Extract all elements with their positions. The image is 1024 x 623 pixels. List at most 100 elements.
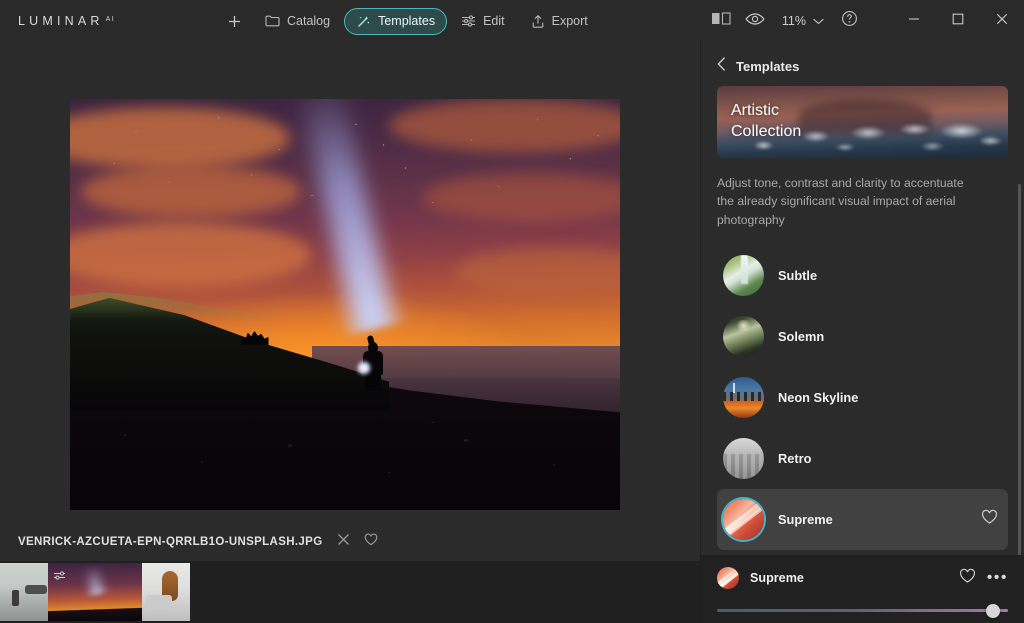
luminar-app-window: LUMINAR AI Catalog Templates Edit Export… [0,0,1024,623]
close-icon [337,533,350,551]
tab-edit-label: Edit [483,13,505,28]
plus-icon [227,14,242,29]
photo-render [70,99,620,510]
active-template-thumbnail [717,567,739,589]
heart-icon [981,509,998,530]
filmstrip-item[interactable] [0,563,48,621]
template-list: Subtle Solemn Neon Skyline Retro Supreme [717,245,1008,550]
export-icon [531,14,545,29]
template-thumbnail [723,498,764,540]
help-button[interactable] [832,0,866,42]
collection-hero-banner[interactable]: Artistic Collection [717,86,1008,158]
template-item-retro[interactable]: Retro [717,428,1008,489]
slider-knob[interactable] [986,604,1000,618]
app-body: VENRICK-AZCUETA-EPN-QRRLB1O-UNSPLASH.JPG [0,42,1024,623]
magic-wand-icon [356,14,371,29]
thumbnail-beach [0,563,48,621]
heart-icon [959,568,976,589]
template-label: Retro [778,450,812,466]
compare-view-icon [711,12,731,30]
tab-templates-label: Templates [378,13,436,28]
app-logo: LUMINAR AI [18,14,115,28]
hero-title: Artistic Collection [731,100,801,142]
panel-header: Templates [701,48,1024,84]
active-template-more-button[interactable]: ••• [987,570,1008,586]
minimize-icon [908,12,920,30]
template-label: Subtle [778,267,818,283]
collection-description: Adjust tone, contrast and clarity to acc… [717,176,964,227]
tab-edit[interactable]: Edit [449,8,517,34]
photo-cloud [81,164,301,219]
filename-bar: VENRICK-AZCUETA-EPN-QRRLB1O-UNSPLASH.JPG [0,523,700,561]
zoom-level-selector[interactable]: 11% [772,14,830,28]
hero-title-line2: Collection [731,123,802,141]
template-label: Supreme [778,511,833,527]
panel-scroll-area[interactable]: Artistic Collection Adjust tone, contras… [701,84,1024,555]
hero-title-line1: Artistic [731,102,779,119]
active-template-name: Supreme [750,571,804,585]
canvas-area[interactable] [0,42,700,523]
main-photo[interactable] [70,99,620,510]
tab-templates[interactable]: Templates [344,7,448,35]
zoom-level-value: 11% [781,14,806,28]
slider-track [717,609,1008,612]
active-template-favorite-button[interactable] [959,568,976,589]
preview-toggle-button[interactable] [738,0,772,42]
title-bar: LUMINAR AI Catalog Templates Edit Export… [0,0,1024,42]
tab-export-label: Export [551,13,588,28]
compare-view-button[interactable] [704,0,738,42]
add-photo-button[interactable] [218,8,251,35]
window-minimize-button[interactable] [892,0,936,42]
template-label: Neon Skyline [778,389,859,405]
template-item-solemn[interactable]: Solemn [717,306,1008,367]
titlebar-right-controls: 11% [704,0,1024,42]
main-nav: Catalog Templates Edit Export [218,0,600,42]
template-favorite-button[interactable] [981,509,998,530]
sliders-icon [461,14,476,28]
filmstrip-item-selected[interactable] [48,563,142,621]
template-label: Solemn [778,328,825,344]
template-amount-slider[interactable] [717,604,1008,618]
template-thumbnail [723,315,764,357]
template-item-subtle[interactable]: Subtle [717,245,1008,306]
photo-rocks [70,403,620,510]
tab-catalog[interactable]: Catalog [253,8,342,34]
close-icon [996,12,1008,30]
active-template-row: Supreme ••• [717,567,1008,589]
favorite-file-button[interactable] [364,533,378,551]
tab-catalog-label: Catalog [287,13,331,28]
chevron-down-icon [813,14,824,28]
app-logo-text: LUMINAR [18,14,104,28]
panel-back-button[interactable] [717,56,726,76]
filmstrip[interactable] [0,561,700,623]
template-thumbnail [723,437,764,479]
close-file-button[interactable] [337,533,350,551]
app-logo-suffix: AI [105,16,116,23]
window-controls [892,0,1024,42]
window-close-button[interactable] [980,0,1024,42]
templates-panel: Templates Artistic Collection Adjust ton… [700,42,1024,623]
more-dots-icon: ••• [986,569,1008,586]
panel-scrollbar[interactable] [1018,184,1021,555]
filmstrip-item[interactable] [142,563,190,621]
edited-badge-icon [53,568,67,580]
template-item-neon-skyline[interactable]: Neon Skyline [717,367,1008,428]
active-template-footer: Supreme ••• [701,555,1024,623]
template-item-supreme[interactable]: Supreme [717,488,1008,550]
panel-title: Templates [736,58,800,74]
window-maximize-button[interactable] [936,0,980,42]
tab-export[interactable]: Export [519,8,600,35]
thumbnail-night-flashlight [48,563,142,621]
template-thumbnail [723,376,764,418]
editor-column: VENRICK-AZCUETA-EPN-QRRLB1O-UNSPLASH.JPG [0,42,700,623]
eye-icon [745,12,765,31]
thumbnail-interior [142,563,190,621]
template-thumbnail [723,254,764,296]
heart-icon [364,533,378,551]
current-filename: VENRICK-AZCUETA-EPN-QRRLB1O-UNSPLASH.JPG [18,536,323,548]
chevron-left-icon [717,56,726,76]
help-circle-icon [841,10,858,32]
maximize-icon [952,12,964,30]
folder-icon [265,14,280,28]
photo-person-legs [364,373,381,392]
